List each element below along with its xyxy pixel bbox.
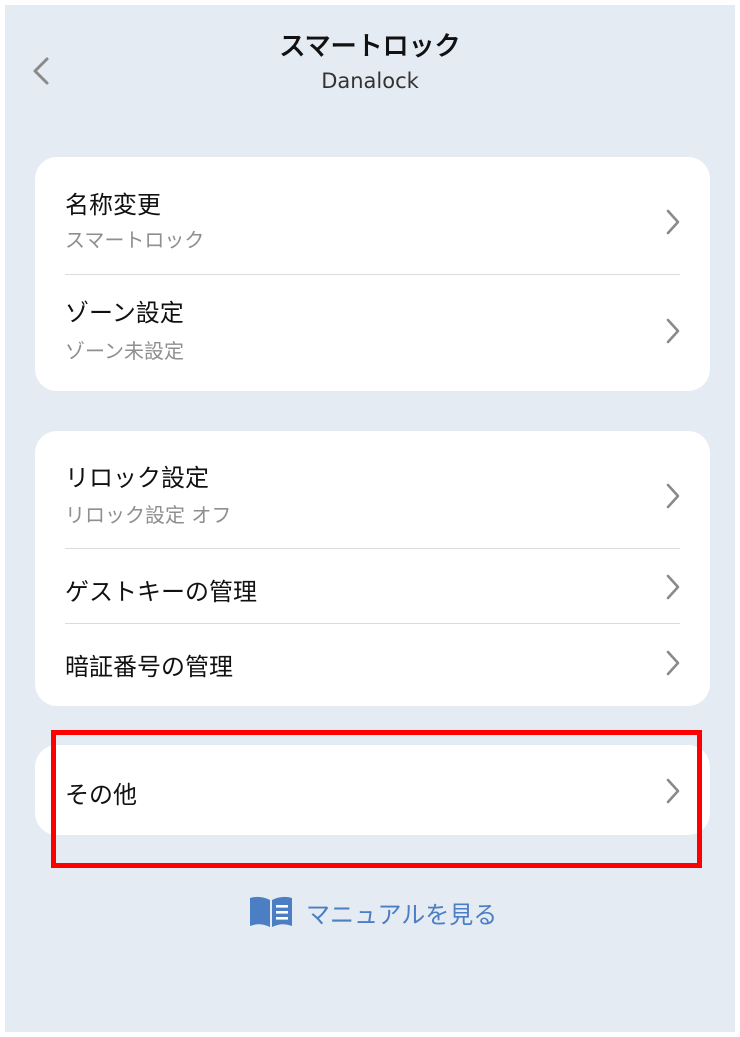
chevron-right-icon [666,574,680,600]
chevron-right-icon [666,483,680,509]
book-icon [250,896,292,927]
guest-key-management-label: ゲストキーの管理 [65,578,257,606]
manual-link-label: マニュアルを見る [306,900,498,929]
highlight-box [51,730,702,868]
settings-card-general: 名称変更 スマートロック ゾーン設定 ゾーン未設定 [35,157,710,391]
relock-settings-value: リロック設定 オフ [65,503,232,527]
chevron-right-icon [666,650,680,676]
pin-code-management-row[interactable]: 暗証番号の管理 [35,624,710,706]
chevron-right-icon [666,318,680,344]
rename-current-value: スマートロック [65,228,205,252]
rename-row[interactable]: 名称変更 スマートロック [35,157,710,274]
zone-settings-value: ゾーン未設定 [65,339,184,363]
rename-label: 名称変更 [65,191,161,219]
manual-link[interactable]: マニュアルを見る [248,890,497,934]
page-title: スマートロック [279,32,461,62]
relock-settings-label: リロック設定 [65,464,209,492]
settings-screen: スマートロック Danalock 名称変更 スマートロック ゾーン設定 ゾーン未… [5,5,735,1032]
pin-code-management-label: 暗証番号の管理 [65,653,233,681]
device-name: Danalock [321,69,419,93]
settings-card-security: リロック設定 リロック設定 オフ ゲストキーの管理 暗証番号の管理 [35,431,710,706]
guest-key-management-row[interactable]: ゲストキーの管理 [35,549,710,623]
chevron-right-icon [666,209,680,235]
relock-settings-row[interactable]: リロック設定 リロック設定 オフ [35,431,710,548]
zone-settings-row[interactable]: ゾーン設定 ゾーン未設定 [35,275,710,391]
zone-settings-label: ゾーン設定 [65,299,184,327]
